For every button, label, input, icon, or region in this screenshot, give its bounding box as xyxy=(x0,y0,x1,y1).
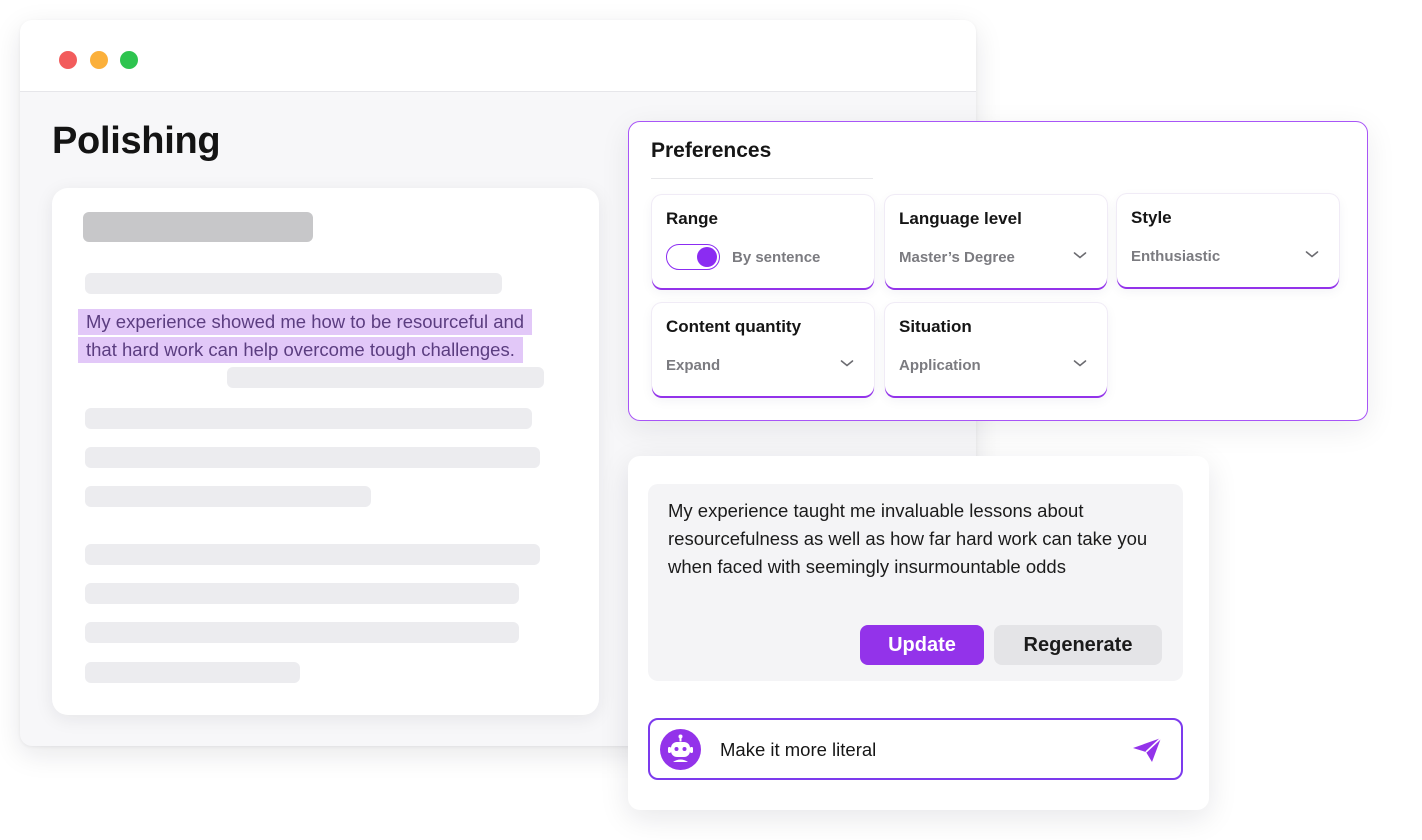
update-button[interactable]: Update xyxy=(860,625,984,665)
result-panel: My experience taught me invaluable lesso… xyxy=(628,456,1209,810)
placeholder-line xyxy=(85,583,519,604)
placeholder-line xyxy=(85,544,540,565)
range-toggle[interactable] xyxy=(666,244,720,270)
chat-input-bar xyxy=(648,718,1183,780)
range-card: Range By sentence xyxy=(652,195,874,288)
window-titlebar xyxy=(20,20,976,92)
selected-text-content[interactable]: My experience showed me how to be resour… xyxy=(78,309,533,363)
result-text: My experience taught me invaluable lesso… xyxy=(668,500,1148,577)
placeholder-line xyxy=(85,622,519,643)
range-toggle-label: By sentence xyxy=(732,249,821,266)
language-level-label: Language level xyxy=(899,209,1022,228)
selected-text[interactable]: My experience showed me how to be resour… xyxy=(78,308,548,364)
situation-label: Situation xyxy=(899,317,972,336)
maximize-window-button[interactable] xyxy=(120,51,138,69)
page-title: Polishing xyxy=(52,120,221,162)
placeholder-line xyxy=(85,486,371,507)
placeholder-line xyxy=(85,447,540,468)
language-level-select[interactable]: Language level Master’s Degree xyxy=(885,195,1107,288)
placeholder-heading xyxy=(83,212,313,242)
situation-select[interactable]: Situation Application xyxy=(885,303,1107,396)
language-level-value: Master’s Degree xyxy=(899,249,1015,266)
content-quantity-value: Expand xyxy=(666,357,721,374)
result-box: My experience taught me invaluable lesso… xyxy=(648,484,1183,681)
robot-icon xyxy=(660,729,701,770)
range-label: Range xyxy=(666,209,718,228)
placeholder-line xyxy=(227,367,544,388)
content-quantity-label: Content quantity xyxy=(666,317,802,336)
preferences-title: Preferences xyxy=(651,139,772,162)
toggle-knob xyxy=(697,247,717,267)
minimize-window-button[interactable] xyxy=(90,51,108,69)
document-card: My experience showed me how to be resour… xyxy=(52,188,599,715)
style-label: Style xyxy=(1131,208,1172,227)
chevron-down-icon xyxy=(1305,251,1319,258)
preferences-panel: Preferences Range By sentence Language l… xyxy=(628,121,1368,421)
chevron-down-icon xyxy=(840,360,854,367)
placeholder-line xyxy=(85,662,300,683)
chat-input[interactable] xyxy=(720,732,1120,768)
regenerate-button[interactable]: Regenerate xyxy=(994,625,1162,665)
style-value: Enthusiastic xyxy=(1131,248,1221,265)
placeholder-line xyxy=(85,273,502,294)
style-select[interactable]: Style Enthusiastic xyxy=(1117,194,1339,287)
content-quantity-select[interactable]: Content quantity Expand xyxy=(652,303,874,396)
close-window-button[interactable] xyxy=(59,51,77,69)
chevron-down-icon xyxy=(1073,252,1087,259)
situation-value: Application xyxy=(899,357,981,374)
chevron-down-icon xyxy=(1073,360,1087,367)
divider xyxy=(651,178,873,179)
paper-plane-icon[interactable] xyxy=(1131,736,1163,764)
placeholder-line xyxy=(85,408,532,429)
